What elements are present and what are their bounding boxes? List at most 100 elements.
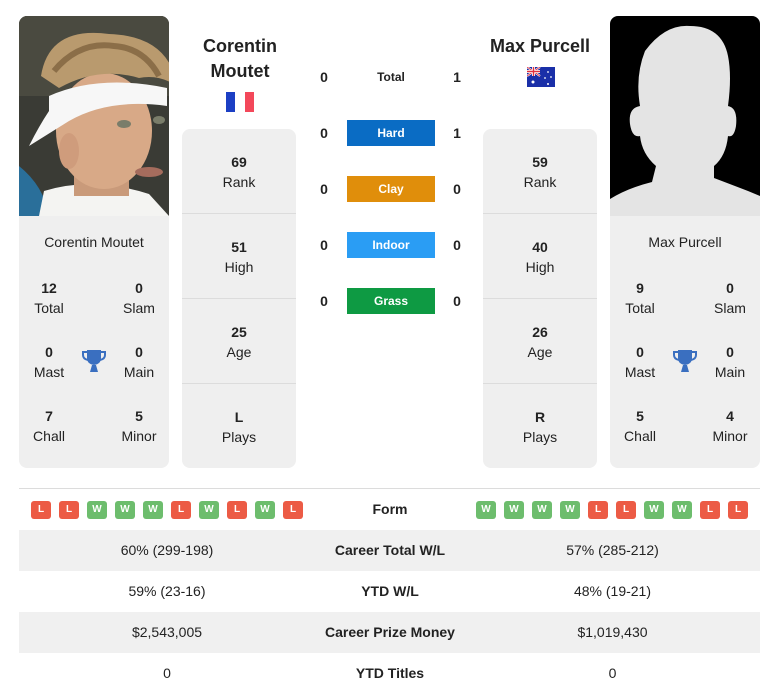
player1-stat-plays: L Plays <box>182 384 296 468</box>
player1-titles-total: 12 Total <box>19 278 79 318</box>
form-badge-loss[interactable]: L <box>171 501 191 519</box>
titles-slam-value: 0 <box>135 280 143 296</box>
form-row: LLWWWLWLWL Form WWWWLLWWLL <box>19 489 760 530</box>
titles-chall-value: 7 <box>45 408 53 424</box>
player2-stats: 59 Rank 40 High 26 Age R Plays <box>483 129 597 468</box>
form-badge-win[interactable]: W <box>560 501 580 519</box>
player1-titles-chall: 7 Chall <box>19 406 79 446</box>
player2-stat-age: 26 Age <box>483 299 597 384</box>
form-badge-win[interactable]: W <box>476 501 496 519</box>
row-label: Career Total W/L <box>334 542 446 558</box>
titles-main-value: 0 <box>726 344 734 360</box>
titles-minor-label: Minor <box>712 428 748 444</box>
player2-value: 48% (19-21) <box>573 583 652 599</box>
player2-card-name: Max Purcell <box>648 234 722 250</box>
form-badge-loss[interactable]: L <box>59 501 79 519</box>
player1-titles-minor: 5 Minor <box>109 406 169 446</box>
player2-value: 57% (285-212) <box>566 542 659 558</box>
surface-badge-indoor[interactable]: Indoor <box>347 232 435 258</box>
titles-minor-value: 4 <box>726 408 734 424</box>
trophy-icon <box>672 348 698 374</box>
france-flag-icon <box>226 92 254 112</box>
form-badge-win[interactable]: W <box>504 501 524 519</box>
form-label: Form <box>372 501 408 517</box>
stat-value: R <box>534 409 546 425</box>
h2h-p2-value: 1 <box>453 69 461 85</box>
titles-main-value: 0 <box>135 344 143 360</box>
h2h-p1-value: 0 <box>320 237 328 253</box>
stat-label: Plays <box>522 429 558 445</box>
player2-name: Max Purcell <box>489 36 591 56</box>
stat-value: 69 <box>231 154 247 170</box>
form-badge-win[interactable]: W <box>532 501 552 519</box>
form-badge-win[interactable]: W <box>672 501 692 519</box>
form-badge-loss[interactable]: L <box>728 501 748 519</box>
table-row-ytd-wl: 59% (23-16) YTD W/L 48% (19-21) <box>19 571 760 612</box>
h2h-row-hard: 0 Hard 1 <box>310 120 470 146</box>
titles-mast-value: 0 <box>636 344 644 360</box>
titles-slam-label: Slam <box>123 300 155 316</box>
table-row-ytd-titles: 0 YTD Titles 0 <box>19 653 760 694</box>
stat-label: High <box>525 259 555 275</box>
h2h-p1-value: 0 <box>320 125 328 141</box>
titles-total-label: Total <box>625 300 655 316</box>
player1-stat-high: 51 High <box>182 214 296 299</box>
titles-slam-label: Slam <box>714 300 746 316</box>
form-badge-loss[interactable]: L <box>283 501 303 519</box>
h2h-p1-value: 0 <box>320 69 328 85</box>
h2h-p2-value: 0 <box>453 181 461 197</box>
stat-label: Rank <box>222 174 256 190</box>
stat-label: Rank <box>523 174 557 190</box>
stat-value: 40 <box>532 239 548 255</box>
h2h-p2-value: 0 <box>453 237 461 253</box>
h2h-p1-value: 0 <box>320 181 328 197</box>
titles-main-label: Main <box>123 364 155 380</box>
player2-titles-total: 9 Total <box>610 278 670 318</box>
player2-name-heading[interactable]: Max Purcell <box>480 34 600 59</box>
form-badge-loss[interactable]: L <box>227 501 247 519</box>
player1-stat-rank: 69 Rank <box>182 129 296 214</box>
h2h-row-indoor: 0 Indoor 0 <box>310 232 470 258</box>
stat-value: 51 <box>231 239 247 255</box>
player1-titles-slam: 0 Slam <box>109 278 169 318</box>
player1-titles-main: 0 Main <box>109 342 169 382</box>
surface-badge-clay[interactable]: Clay <box>347 176 435 202</box>
form-badge-loss[interactable]: L <box>700 501 720 519</box>
titles-total-value: 9 <box>636 280 644 296</box>
h2h-row-grass: 0 Grass 0 <box>310 288 470 314</box>
player1-first-name: Corentin <box>203 36 277 56</box>
player2-stat-plays: R Plays <box>483 384 597 468</box>
table-row-prize-money: $2,543,005 Career Prize Money $1,019,430 <box>19 612 760 653</box>
player1-stat-age: 25 Age <box>182 299 296 384</box>
form-badge-loss[interactable]: L <box>31 501 51 519</box>
player2-form-badges: WWWWLLWWLL <box>476 501 748 519</box>
titles-chall-label: Chall <box>624 428 656 444</box>
form-badge-win[interactable]: W <box>199 501 219 519</box>
titles-mast-label: Mast <box>33 364 65 380</box>
titles-total-label: Total <box>34 300 64 316</box>
form-badge-loss[interactable]: L <box>588 501 608 519</box>
surface-badge-hard[interactable]: Hard <box>347 120 435 146</box>
titles-chall-label: Chall <box>33 428 65 444</box>
surface-badge-grass[interactable]: Grass <box>347 288 435 314</box>
titles-mast-label: Mast <box>624 364 656 380</box>
form-badge-loss[interactable]: L <box>616 501 636 519</box>
stat-value: L <box>234 409 244 425</box>
player1-stats: 69 Rank 51 High 25 Age L Plays <box>182 129 296 468</box>
h2h-p2-value: 0 <box>453 293 461 309</box>
player1-name-heading[interactable]: Corentin Moutet <box>180 34 300 84</box>
player2-titles-main: 0 Main <box>700 342 760 382</box>
form-badge-win[interactable]: W <box>644 501 664 519</box>
form-badge-win[interactable]: W <box>255 501 275 519</box>
form-badge-win[interactable]: W <box>115 501 135 519</box>
form-badge-win[interactable]: W <box>143 501 163 519</box>
player1-photo <box>19 16 169 216</box>
stat-label: High <box>224 259 254 275</box>
form-badge-win[interactable]: W <box>87 501 107 519</box>
titles-slam-value: 0 <box>726 280 734 296</box>
player2-card: Max Purcell 9 Total 0 Slam 0 Mast 0 Main <box>610 16 760 468</box>
trophy-icon <box>81 348 107 374</box>
stat-label: Age <box>226 344 252 360</box>
titles-mast-value: 0 <box>45 344 53 360</box>
titles-chall-value: 5 <box>636 408 644 424</box>
